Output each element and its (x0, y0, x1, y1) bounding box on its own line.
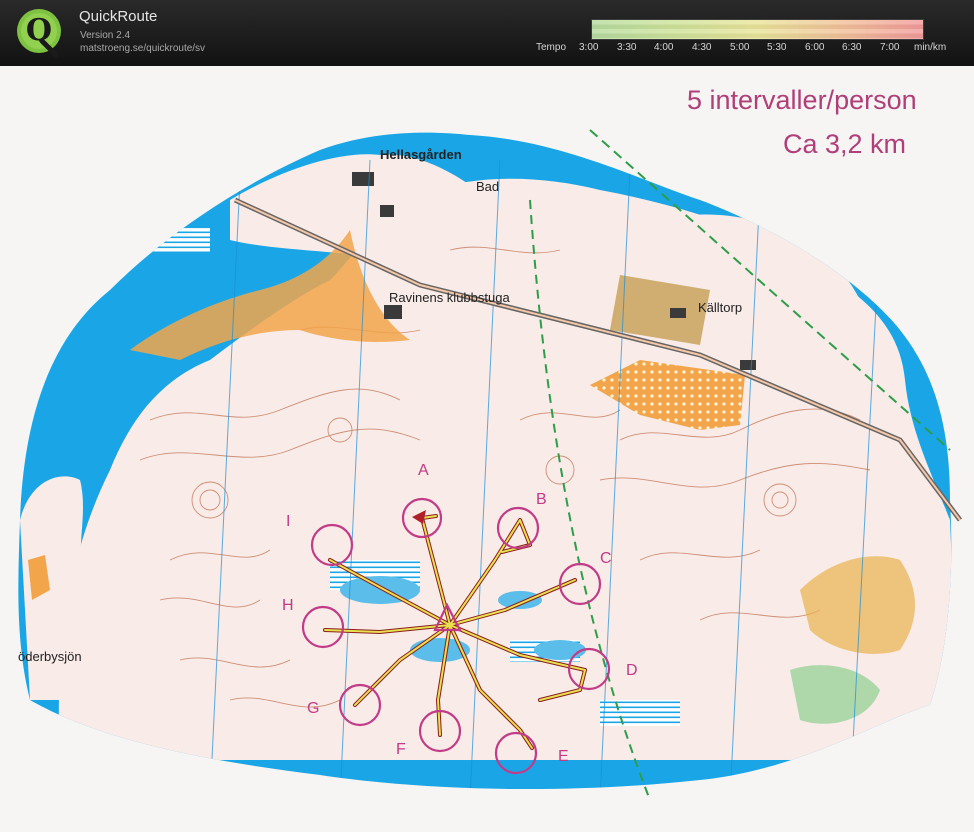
pace-tick: 3:00 (579, 42, 599, 53)
quickroute-logo-icon: Q (17, 9, 61, 58)
svg-text:Q: Q (26, 13, 52, 48)
app-title: QuickRoute (79, 8, 158, 25)
orienteering-map[interactable]: 5 intervaller/person Ca 3,2 km Hellasgår… (0, 66, 974, 832)
control-label-g: G (307, 700, 320, 717)
pace-scale-label: Tempo (536, 42, 567, 53)
pace-tick: 3:30 (617, 42, 637, 53)
small-lake (340, 576, 420, 604)
annotation-intervals: 5 intervaller/person (687, 85, 917, 115)
control-label-h: H (282, 597, 294, 614)
pace-tick: 4:00 (654, 42, 674, 53)
control-label-b: B (536, 491, 547, 508)
place-bad: Bad (476, 179, 500, 194)
place-soderbysjon: öderbysjön (18, 649, 82, 664)
annotation-distance: Ca 3,2 km (783, 129, 907, 159)
app-version: Version 2.4 (80, 30, 131, 41)
pace-tick: 6:30 (842, 42, 862, 53)
pace-tick: 5:30 (767, 42, 787, 53)
app-header: Q QuickRoute Version 2.4 matstroeng.se/q… (0, 0, 974, 66)
place-hellasgarden: Hellasgården (380, 147, 462, 162)
small-lake (534, 640, 586, 660)
marsh-patch (600, 700, 680, 726)
place-kalltorp: Källtorp (698, 300, 743, 315)
control-label-d: D (626, 662, 638, 679)
pace-color-bar (591, 19, 924, 40)
small-lake (498, 591, 542, 609)
pace-tick: 6:00 (805, 42, 825, 53)
control-label-e: E (558, 748, 569, 765)
control-label-i: I (286, 513, 291, 530)
pace-tick: 5:00 (730, 42, 750, 53)
control-label-f: F (396, 741, 406, 758)
pace-unit: min/km (914, 42, 947, 53)
app-url-link[interactable]: matstroeng.se/quickroute/sv (80, 43, 205, 54)
pace-tick: 4:30 (692, 42, 712, 53)
control-label-a: A (418, 462, 429, 479)
pace-scale: Tempo 3:00 3:30 4:00 4:30 5:00 5:30 6:00… (536, 42, 966, 56)
pace-tick: 7:00 (880, 42, 900, 53)
control-label-c: C (600, 550, 612, 567)
place-ravinens-klubbstuga: Ravinens klubbstuga (389, 290, 510, 305)
